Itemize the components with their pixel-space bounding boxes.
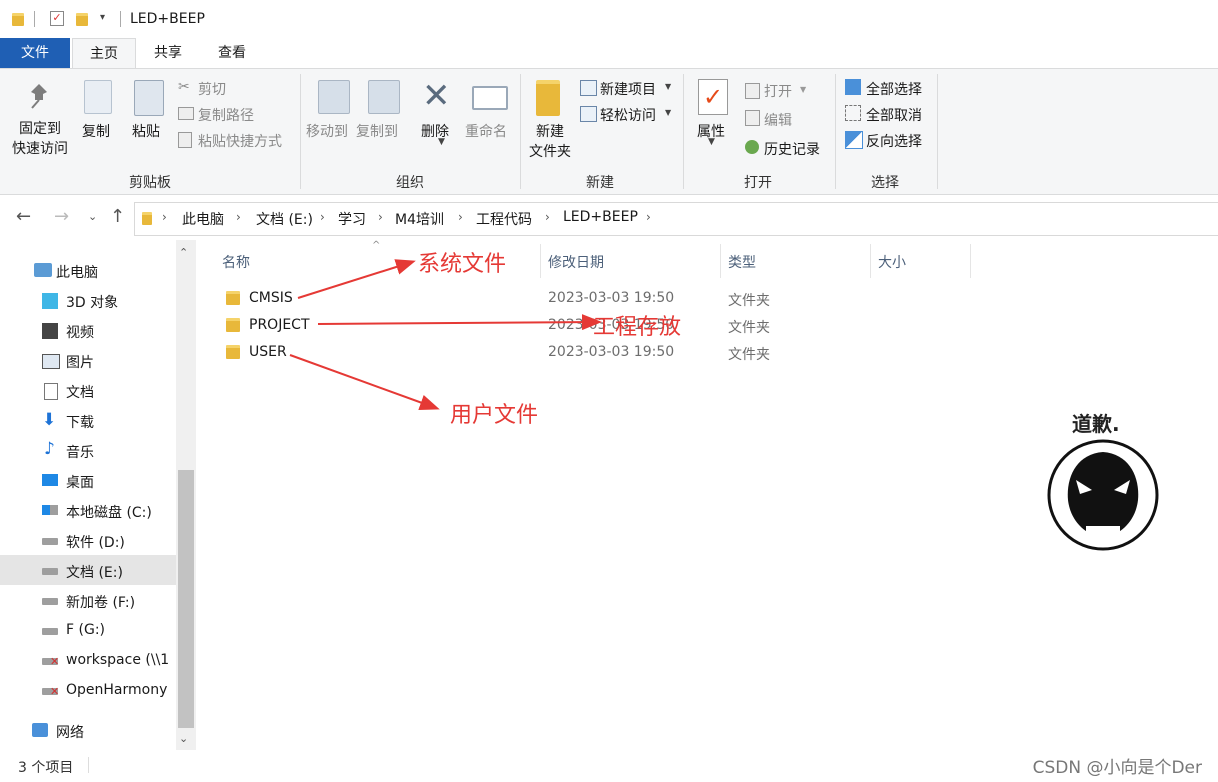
annotation-system-files: 系统文件 — [418, 252, 507, 277]
arrow-project — [317, 314, 602, 331]
annotation-project-storage: 工程存放 — [593, 315, 682, 340]
arrow-user-files — [289, 354, 440, 411]
sticker-caption: 道歉. — [1072, 412, 1120, 436]
annotation-arrows — [289, 259, 602, 411]
watermark: CSDN @小向是个Der — [1032, 758, 1202, 778]
annotation-user-files: 用户文件 — [450, 403, 539, 428]
arrow-system-files — [297, 259, 416, 299]
sticker-image — [1046, 438, 1160, 552]
divider — [88, 757, 89, 773]
status-item-count: 3 个项目 — [18, 760, 74, 776]
